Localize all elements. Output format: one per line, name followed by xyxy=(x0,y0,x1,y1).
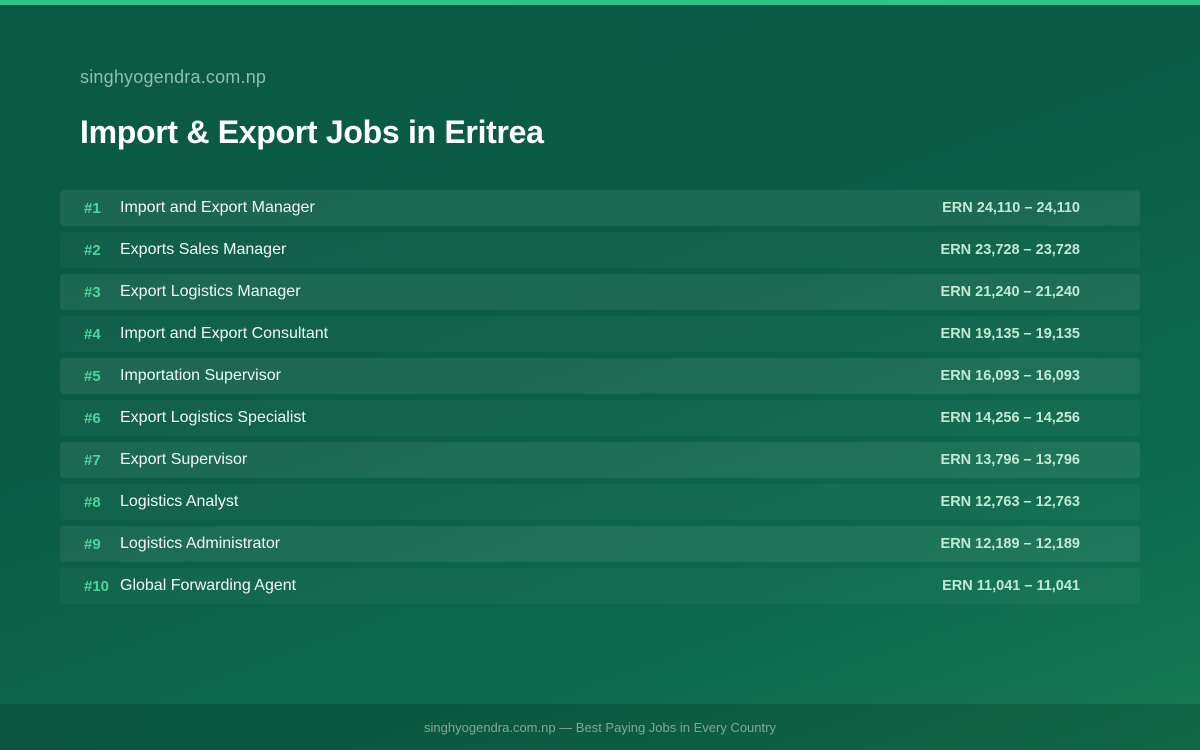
list-item[interactable]: #5 Importation Supervisor ERN 16,093 – 1… xyxy=(60,358,1140,394)
job-salary: ERN 13,796 – 13,796 xyxy=(940,452,1080,468)
list-item[interactable]: #10 Global Forwarding Agent ERN 11,041 –… xyxy=(60,568,1140,604)
list-item[interactable]: #9 Logistics Administrator ERN 12,189 – … xyxy=(60,526,1140,562)
footer-text: singhyogendra.com.np — Best Paying Jobs … xyxy=(424,719,776,735)
job-rank: #10 xyxy=(84,577,110,595)
job-title: Importation Supervisor xyxy=(120,367,281,384)
job-rank: #9 xyxy=(84,535,101,553)
job-title: Logistics Analyst xyxy=(120,493,239,510)
top-accent-bar xyxy=(0,0,1200,5)
list-item[interactable]: #1 Import and Export Manager ERN 24,110 … xyxy=(60,190,1140,226)
jobs-list: #1 Import and Export Manager ERN 24,110 … xyxy=(60,190,1140,610)
job-salary: ERN 12,189 – 12,189 xyxy=(940,536,1080,552)
job-salary: ERN 21,240 – 21,240 xyxy=(940,284,1080,300)
job-rank: #1 xyxy=(84,199,101,217)
site-name: singhyogendra.com.np xyxy=(80,67,267,87)
job-title: Export Logistics Specialist xyxy=(120,409,306,426)
footer: singhyogendra.com.np — Best Paying Jobs … xyxy=(0,704,1200,750)
job-rank: #2 xyxy=(84,241,101,259)
list-item[interactable]: #4 Import and Export Consultant ERN 19,1… xyxy=(60,316,1140,352)
page-title: Import & Export Jobs in Eritrea xyxy=(80,114,544,150)
job-title: Logistics Administrator xyxy=(120,535,281,552)
list-item[interactable]: #6 Export Logistics Specialist ERN 14,25… xyxy=(60,400,1140,436)
job-salary: ERN 24,110 – 24,110 xyxy=(942,200,1080,216)
list-item[interactable]: #3 Export Logistics Manager ERN 21,240 –… xyxy=(60,274,1140,310)
list-item[interactable]: #7 Export Supervisor ERN 13,796 – 13,796 xyxy=(60,442,1140,478)
job-rank: #3 xyxy=(84,283,101,301)
job-title: Global Forwarding Agent xyxy=(120,577,297,594)
job-salary: ERN 14,256 – 14,256 xyxy=(940,410,1080,426)
job-salary: ERN 12,763 – 12,763 xyxy=(940,494,1080,510)
job-salary: ERN 16,093 – 16,093 xyxy=(940,368,1080,384)
job-salary: ERN 19,135 – 19,135 xyxy=(940,326,1080,342)
job-title: Import and Export Consultant xyxy=(120,325,329,342)
job-title: Export Logistics Manager xyxy=(120,283,301,300)
list-item[interactable]: #8 Logistics Analyst ERN 12,763 – 12,763 xyxy=(60,484,1140,520)
job-rank: #5 xyxy=(84,367,101,385)
job-salary: ERN 23,728 – 23,728 xyxy=(940,242,1080,258)
job-rank: #7 xyxy=(84,451,101,469)
job-salary: ERN 11,041 – 11,041 xyxy=(942,578,1080,594)
job-title: Import and Export Manager xyxy=(120,199,315,216)
list-item[interactable]: #2 Exports Sales Manager ERN 23,728 – 23… xyxy=(60,232,1140,268)
job-title: Export Supervisor xyxy=(120,451,248,468)
job-rank: #4 xyxy=(84,325,101,343)
job-rank: #6 xyxy=(84,409,101,427)
job-title: Exports Sales Manager xyxy=(120,241,287,258)
job-rank: #8 xyxy=(84,493,101,511)
